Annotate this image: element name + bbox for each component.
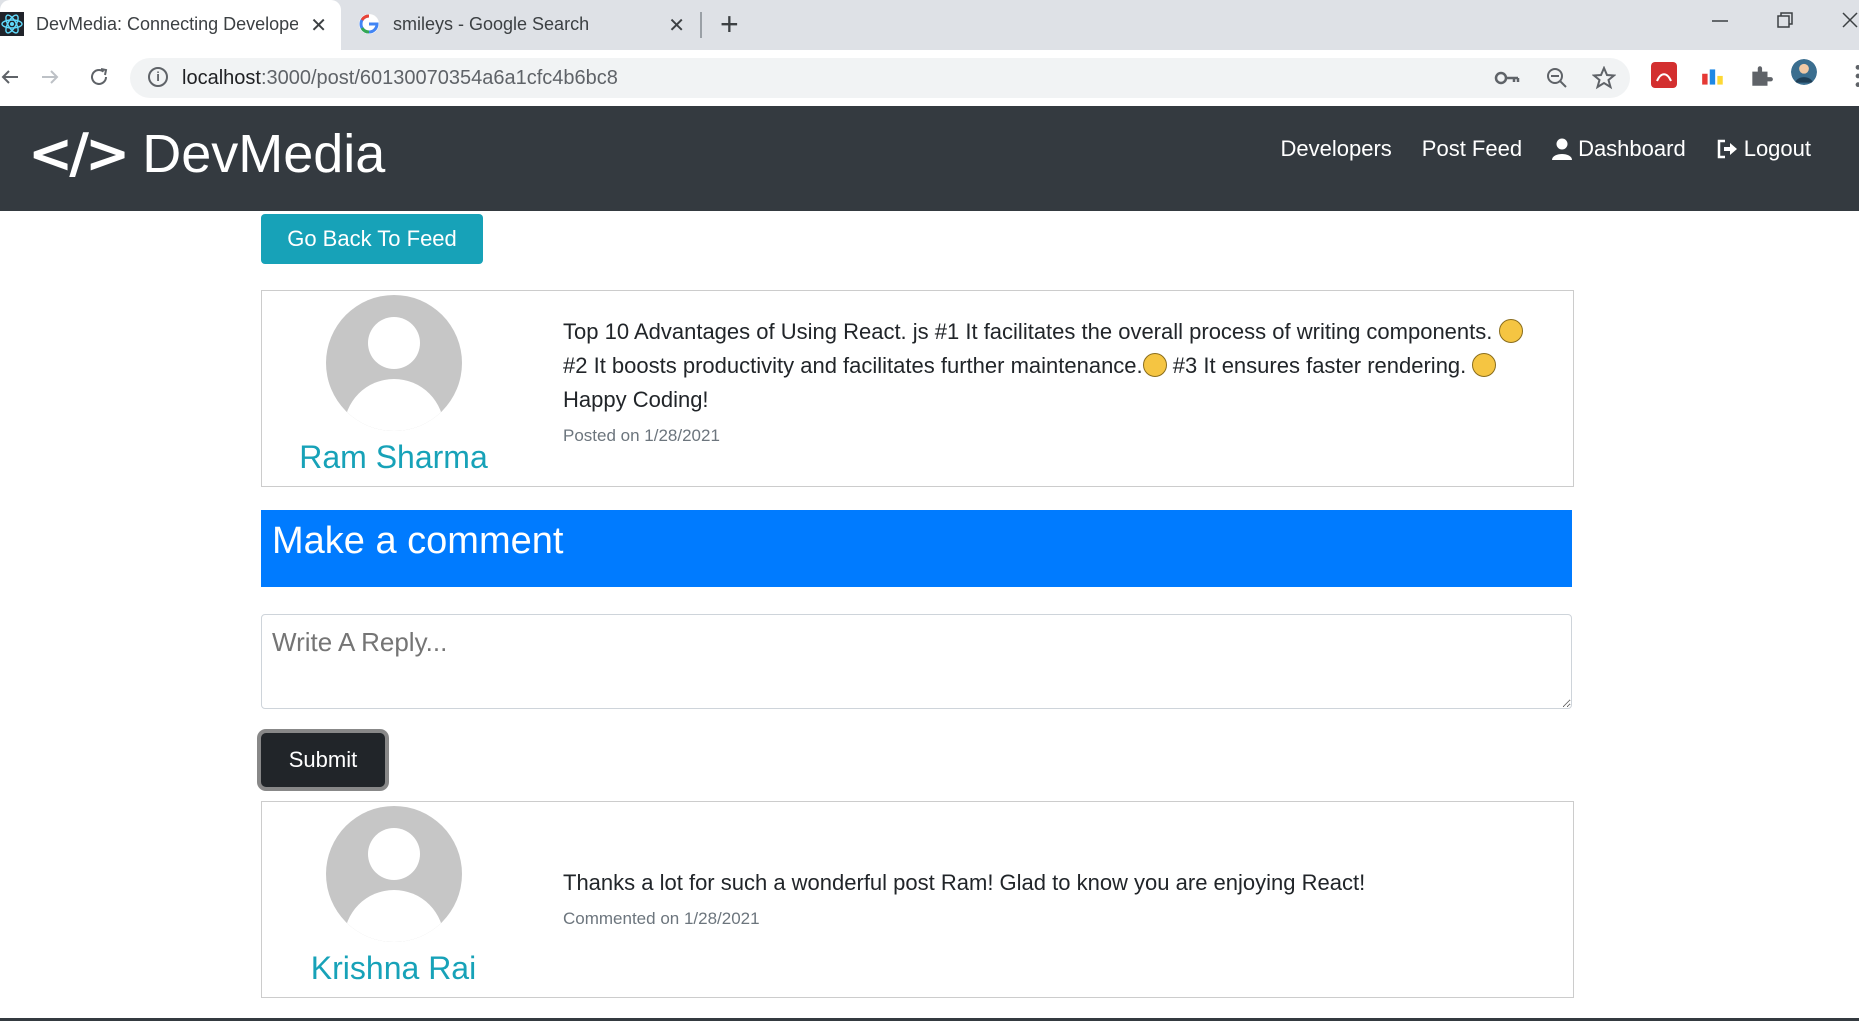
post-author-block: Ram Sharma [262, 295, 525, 476]
back-arrow-icon[interactable] [0, 65, 22, 89]
avatar-head-shape [367, 828, 420, 880]
comment-header: Make a comment [261, 510, 1572, 587]
go-back-button[interactable]: Go Back To Feed [261, 214, 483, 264]
tab-title: DevMedia: Connecting Develope [36, 14, 298, 34]
puzzle-extensions-icon[interactable] [1748, 63, 1774, 89]
post-author-name[interactable]: Ram Sharma [262, 439, 525, 476]
browser-tab-bar: DevMedia: Connecting Develope ✕ smileys … [0, 0, 1859, 50]
nav-logout-label: Logout [1743, 136, 1811, 161]
nav-post-feed[interactable]: Post Feed [1422, 136, 1522, 162]
address-bar[interactable]: i localhost:3000/post/60130070354a6a1cfc… [130, 58, 1630, 98]
comment-date: Commented on 1/28/2021 [563, 909, 760, 928]
avatar[interactable] [325, 295, 462, 431]
url-host: localhost [182, 67, 261, 89]
post-text-part-2: #2 It boosts productivity and facilitate… [563, 353, 1143, 378]
new-tab-button[interactable]: + [720, 6, 739, 43]
smiley-emoji-icon [1472, 353, 1497, 377]
submit-button[interactable]: Submit [261, 733, 385, 787]
tab-devmedia[interactable]: DevMedia: Connecting Develope ✕ [0, 0, 341, 50]
profile-avatar[interactable] [1791, 59, 1817, 85]
tab-google-search[interactable]: smileys - Google Search ✕ [349, 0, 699, 50]
browser-toolbar: i localhost:3000/post/60130070354a6a1cfc… [0, 50, 1859, 107]
nav-post-feed-label: Post Feed [1421, 136, 1523, 161]
tab-title: smileys - Google Search [393, 14, 590, 34]
avatar-body-shape [343, 379, 444, 431]
post-card: Ram Sharma Top 10 Advantages of Using Re… [261, 290, 1574, 487]
reply-textarea[interactable] [261, 614, 1572, 709]
zoom-out-icon[interactable] [1545, 66, 1569, 90]
close-window-icon[interactable] [1840, 10, 1859, 30]
nav-developers-label: Developers [1280, 136, 1392, 161]
close-tab-icon[interactable]: ✕ [310, 13, 327, 38]
sign-out-icon [1717, 139, 1737, 159]
url-path: :3000/post/60130070354a6a1cfc4b6bc8 [260, 67, 618, 89]
nav-links: Developers Post Feed Dashboard Logout [1281, 136, 1812, 162]
nav-dashboard-label: Dashboard [1578, 136, 1686, 161]
comment-author-name[interactable]: Krishna Rai [262, 950, 525, 987]
react-icon [0, 12, 24, 36]
comment-text: Thanks a lot for such a wonderful post R… [563, 870, 1366, 895]
brand-name: DevMedia [142, 123, 386, 184]
tab-separator [700, 12, 702, 38]
pdf-extension-icon[interactable] [1651, 62, 1677, 88]
forward-arrow-icon[interactable] [38, 65, 62, 89]
key-icon[interactable] [1494, 68, 1520, 88]
close-tab-icon[interactable]: ✕ [668, 13, 685, 38]
avatar-body-shape [343, 890, 444, 942]
star-icon[interactable] [1592, 66, 1616, 90]
nav-logout[interactable]: Logout [1716, 136, 1811, 162]
user-icon [1552, 138, 1573, 160]
avatar-head-shape [367, 317, 420, 369]
restore-icon[interactable] [1775, 10, 1795, 30]
app-navbar: </> DevMedia Developers Post Feed Dashbo… [0, 106, 1859, 211]
google-icon [359, 14, 379, 34]
nav-dashboard[interactable]: Dashboard [1552, 136, 1686, 162]
comment-author-block: Krishna Rai [262, 806, 525, 987]
comment-card: Krishna Rai Thanks a lot for such a wond… [261, 801, 1574, 998]
post-text-part-4: Happy Coding! [563, 387, 709, 412]
post-text-part-3: #3 It ensures faster rendering. [1172, 353, 1467, 378]
post-date: Posted on 1/28/2021 [563, 426, 720, 445]
post-body: Top 10 Advantages of Using React. js #1 … [563, 315, 1553, 447]
code-icon: </> [28, 122, 130, 185]
color-extension-icon[interactable] [1700, 64, 1726, 90]
avatar[interactable] [325, 806, 462, 942]
brand-link[interactable]: </> DevMedia [28, 122, 385, 185]
reload-icon[interactable] [87, 65, 111, 89]
url-text[interactable]: localhost:3000/post/60130070354a6a1cfc4b… [182, 67, 618, 90]
grin-emoji-icon [1498, 319, 1523, 343]
nav-developers[interactable]: Developers [1281, 136, 1392, 162]
minimize-icon[interactable] [1710, 10, 1730, 30]
comment-body: Thanks a lot for such a wonderful post R… [563, 866, 1553, 930]
post-text-part-1: Top 10 Advantages of Using React. js #1 … [563, 319, 1493, 344]
info-icon[interactable]: i [148, 67, 168, 87]
smile-emoji-icon [1142, 353, 1167, 377]
comment-header-text: Make a comment [272, 520, 564, 562]
menu-kebab-icon[interactable] [1845, 63, 1859, 89]
